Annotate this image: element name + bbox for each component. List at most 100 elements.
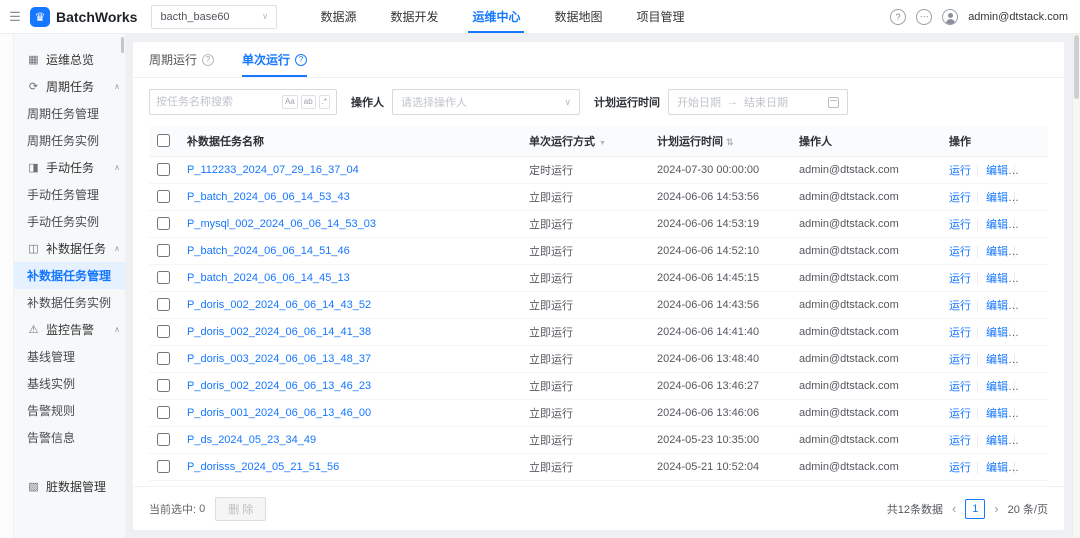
task-name-link[interactable]: P_doris_002_2024_06_06_14_41_38 [187, 326, 371, 338]
user-avatar-icon[interactable] [942, 9, 958, 25]
plan-time: 2024-06-06 13:46:06 [657, 407, 759, 419]
sidebar-item-baseline-instance[interactable]: 基线实例 [14, 370, 125, 397]
edit-action[interactable]: 编辑 [977, 462, 1008, 474]
prev-page-button[interactable]: ‹ [952, 502, 956, 515]
select-all-checkbox[interactable] [157, 134, 170, 147]
task-name-link[interactable]: P_dorisss_2024_05_21_51_56 [187, 461, 339, 473]
batch-delete-button[interactable]: 删 除 [215, 497, 266, 521]
run-action[interactable]: 运行 [949, 462, 971, 474]
run-action[interactable]: 运行 [949, 273, 971, 285]
sidebar-item-patch-data-task[interactable]: ◫补数据任务∧ [14, 235, 125, 262]
task-name-link[interactable]: P_mysql_002_2024_06_06_14_53_03 [187, 218, 376, 230]
row-checkbox[interactable] [157, 163, 170, 176]
row-checkbox[interactable] [157, 379, 170, 392]
run-action[interactable]: 运行 [949, 192, 971, 204]
sidebar-item-baseline-manage[interactable]: 基线管理 [14, 343, 125, 370]
edit-action[interactable]: 编辑 [977, 354, 1008, 366]
regex-icon[interactable]: .* [319, 95, 330, 109]
user-email: admin@dtstack.com [968, 11, 1068, 23]
match-word-icon[interactable]: ab [301, 95, 316, 109]
search-input[interactable] [156, 96, 279, 108]
run-action[interactable]: 运行 [949, 165, 971, 177]
sidebar-item-cycle-task[interactable]: ⟳周期任务∧ [14, 73, 125, 100]
task-name-link[interactable]: P_batch_2024_06_06_14_45_13 [187, 272, 350, 284]
project-select[interactable]: bacth_base60 ∨ [151, 5, 277, 29]
row-checkbox[interactable] [157, 271, 170, 284]
task-name-link[interactable]: P_doris_002_2024_06_06_14_43_52 [187, 299, 371, 311]
sidebar-item-ops-overview[interactable]: ▦运维总览 [14, 46, 125, 73]
nav-item-data-develop[interactable]: 数据开发 [373, 0, 455, 33]
edit-action[interactable]: 编辑 [977, 219, 1008, 231]
edit-action[interactable]: 编辑 [977, 165, 1008, 177]
nav-item-ops-center[interactable]: 运维中心 [455, 0, 537, 33]
row-checkbox[interactable] [157, 460, 170, 473]
table-row: P_doris_002_2024_06_06_14_43_52 立即运行 202… [149, 291, 1048, 318]
run-action[interactable]: 运行 [949, 381, 971, 393]
menu-icon[interactable]: ☰ [0, 9, 30, 25]
next-page-button[interactable]: › [994, 502, 998, 515]
row-checkbox[interactable] [157, 298, 170, 311]
help-icon[interactable]: ? [890, 9, 906, 25]
tab-single-run[interactable]: 单次运行? [242, 42, 307, 77]
edit-action[interactable]: 编辑 [977, 246, 1008, 258]
task-name-link[interactable]: P_doris_003_2024_06_06_13_48_37 [187, 353, 371, 365]
edit-action[interactable]: 编辑 [977, 327, 1008, 339]
task-name-link[interactable]: P_ds_2024_05_23_34_49 [187, 434, 316, 446]
sort-icon[interactable]: ⇅ [726, 137, 734, 147]
feedback-icon[interactable]: ⋯ [916, 9, 932, 25]
row-checkbox[interactable] [157, 406, 170, 419]
task-name-link[interactable]: P_doris_002_2024_06_06_13_46_23 [187, 380, 371, 392]
page-scrollbar-thumb[interactable] [1074, 35, 1079, 99]
app-root: ☰ ♛ BatchWorks bacth_base60 ∨ 数据源数据开发运维中… [0, 0, 1080, 538]
sidebar-item-alert-rule[interactable]: 告警规则 [14, 397, 125, 424]
row-checkbox[interactable] [157, 325, 170, 338]
chevron-up-icon: ∧ [114, 325, 120, 334]
date-range-picker[interactable]: 开始日期 → 结束日期 [668, 89, 848, 115]
run-action[interactable]: 运行 [949, 408, 971, 420]
run-action[interactable]: 运行 [949, 219, 971, 231]
selected-count: 0 [199, 503, 205, 515]
sidebar-item-monitor-alert[interactable]: ⚠监控告警∧ [14, 316, 125, 343]
task-name-link[interactable]: P_112233_2024_07_29_16_37_04 [187, 164, 359, 176]
sidebar-item-patch-data-task-instance[interactable]: 补数据任务实例 [14, 289, 125, 316]
sidebar-item-manual-task-manage[interactable]: 手动任务管理 [14, 181, 125, 208]
edit-action[interactable]: 编辑 [977, 435, 1008, 447]
row-checkbox[interactable] [157, 217, 170, 230]
run-action[interactable]: 运行 [949, 246, 971, 258]
task-name-link[interactable]: P_batch_2024_06_06_14_51_46 [187, 245, 350, 257]
sidebar-item-manual-task[interactable]: ◨手动任务∧ [14, 154, 125, 181]
run-action[interactable]: 运行 [949, 354, 971, 366]
run-action[interactable]: 运行 [949, 327, 971, 339]
page-size-select[interactable]: 20 条/页 [1008, 501, 1048, 517]
edit-action[interactable]: 编辑 [977, 273, 1008, 285]
edit-action[interactable]: 编辑 [977, 300, 1008, 312]
page-number[interactable]: 1 [965, 499, 985, 519]
filter-funnel-icon[interactable]: ▼ [599, 140, 606, 147]
sidebar-item-cycle-task-manage[interactable]: 周期任务管理 [14, 100, 125, 127]
sidebar-item-patch-data-task-manage[interactable]: 补数据任务管理 [14, 262, 125, 289]
nav-item-project-manage[interactable]: 项目管理 [620, 0, 702, 33]
sidebar-item-dirty-data-manage[interactable]: ▧脏数据管理 [14, 473, 125, 500]
task-name-link[interactable]: P_batch_2024_06_06_14_53_43 [187, 191, 350, 203]
edit-action[interactable]: 编辑 [977, 381, 1008, 393]
row-checkbox[interactable] [157, 433, 170, 446]
row-checkbox[interactable] [157, 190, 170, 203]
run-method: 立即运行 [529, 354, 573, 366]
edit-action[interactable]: 编辑 [977, 408, 1008, 420]
match-case-icon[interactable]: Aa [282, 95, 298, 109]
task-name-link[interactable]: P_doris_001_2024_06_06_13_46_00 [187, 407, 371, 419]
nav-item-data-map[interactable]: 数据地图 [537, 0, 619, 33]
run-action[interactable]: 运行 [949, 435, 971, 447]
sidebar-item-manual-task-instance[interactable]: 手动任务实例 [14, 208, 125, 235]
sidebar-item-cycle-task-instance[interactable]: 周期任务实例 [14, 127, 125, 154]
run-action[interactable]: 运行 [949, 300, 971, 312]
tab-cycle-run[interactable]: 周期运行? [149, 42, 214, 77]
row-checkbox[interactable] [157, 352, 170, 365]
operator-select[interactable]: 请选择操作人 ∨ [392, 89, 580, 115]
sidebar-scrollbar-thumb[interactable] [121, 37, 124, 53]
edit-action[interactable]: 编辑 [977, 192, 1008, 204]
nav-item-data-source[interactable]: 数据源 [303, 0, 373, 33]
sidebar-item-alert-info[interactable]: 告警信息 [14, 424, 125, 451]
page-scrollbar[interactable] [1072, 34, 1080, 538]
row-checkbox[interactable] [157, 244, 170, 257]
